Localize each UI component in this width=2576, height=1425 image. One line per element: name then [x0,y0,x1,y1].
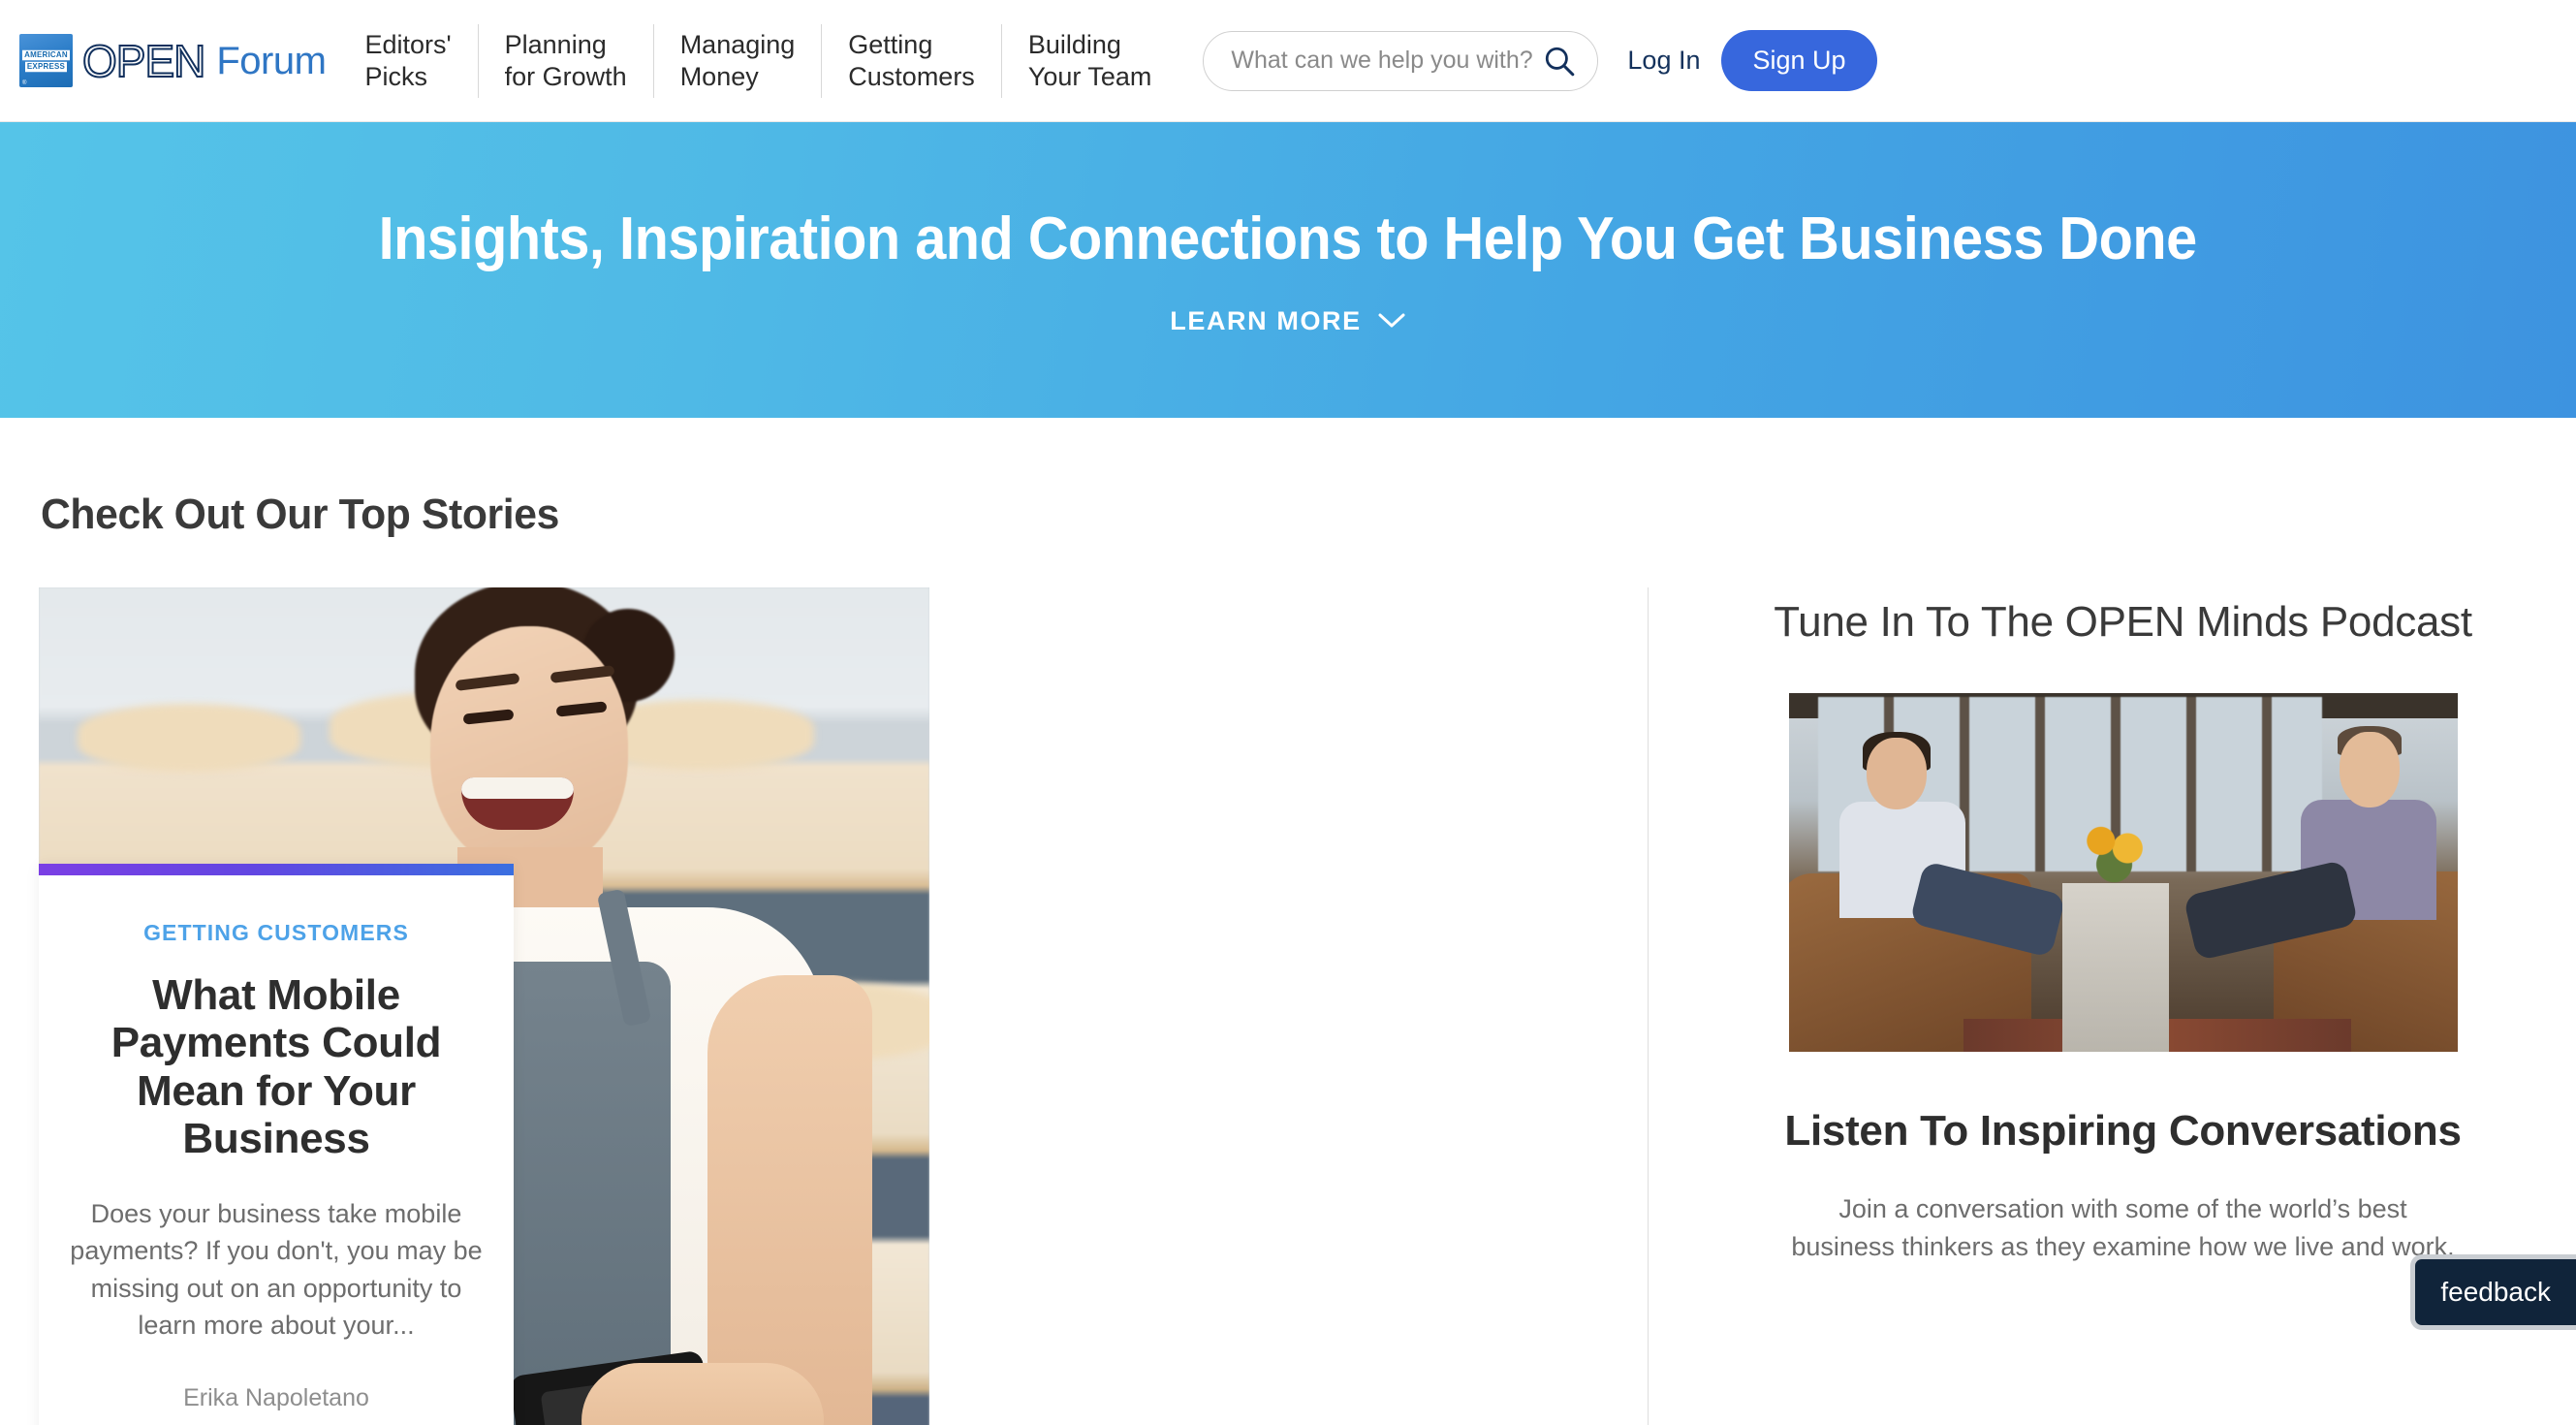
learn-more-button[interactable]: LEARN MORE [1170,306,1406,336]
hero-title: Insights, Inspiration and Connections to… [378,205,2198,272]
auth-actions: Log In Sign Up [1627,30,1901,91]
primary-navigation: Editors' Picks Planning for Growth Manag… [351,23,1178,98]
story-title[interactable]: What Mobile Payments Could Mean for Your… [72,971,481,1162]
chevron-down-icon [1378,313,1405,328]
story-author: Erika Napoletano [183,1384,369,1412]
hero-banner: Insights, Inspiration and Connections to… [0,122,2576,418]
sign-up-button[interactable]: Sign Up [1721,30,1877,91]
featured-story-column: GETTING CUSTOMERS What Mobile Payments C… [39,587,1553,1425]
podcast-column: Tune In To The OPEN Minds Podcast Listen… [1649,587,2537,1425]
search-box[interactable] [1203,30,1599,91]
featured-story-card[interactable]: GETTING CUSTOMERS What Mobile Payments C… [39,864,514,1425]
main-content: Check Out Our Top Stories GETTING CUSTOM… [0,491,2576,1425]
site-header: AMERICAN EXPRESS ® OPEN Forum Editors' P… [0,0,2576,122]
amex-logo-line1: AMERICAN [22,49,70,60]
log-in-link[interactable]: Log In [1627,46,1700,76]
content-columns: GETTING CUSTOMERS What Mobile Payments C… [39,587,2537,1425]
logo-word-forum: Forum [216,39,327,82]
story-category-label[interactable]: GETTING CUSTOMERS [39,920,514,946]
nav-item-managing-money[interactable]: Managing Money [652,23,822,98]
story-excerpt: Does your business take mobile payments?… [70,1199,483,1341]
learn-more-label: LEARN MORE [1170,305,1362,335]
nav-item-building-your-team[interactable]: Building Your Team [1000,23,1178,98]
card-accent-bar [39,864,514,875]
site-logo[interactable]: AMERICAN EXPRESS ® OPEN Forum [19,34,351,87]
registered-mark: ® [22,80,27,86]
featured-story[interactable]: GETTING CUSTOMERS What Mobile Payments C… [39,587,1551,1425]
podcast-description: Join a conversation with some of the wor… [1791,1193,2455,1261]
amex-logo-line2: EXPRESS [24,61,68,72]
podcast-image[interactable] [1788,692,2458,1052]
podcast-heading: Tune In To The OPEN Minds Podcast [1774,598,2472,646]
logo-word-open: OPEN [81,35,206,86]
podcast-subheading: Listen To Inspiring Conversations [1784,1106,2462,1155]
nav-item-editors-picks[interactable]: Editors' Picks [351,24,477,98]
american-express-logo-icon: AMERICAN EXPRESS ® [19,34,73,87]
search-input[interactable] [1231,47,1544,75]
nav-item-planning-for-growth[interactable]: Planning for Growth [477,23,653,98]
search-icon[interactable] [1543,45,1576,78]
nav-item-getting-customers[interactable]: Getting Customers [821,23,1001,98]
feedback-button[interactable]: feedback [2410,1254,2576,1330]
page-title: Check Out Our Top Stories [41,491,559,538]
